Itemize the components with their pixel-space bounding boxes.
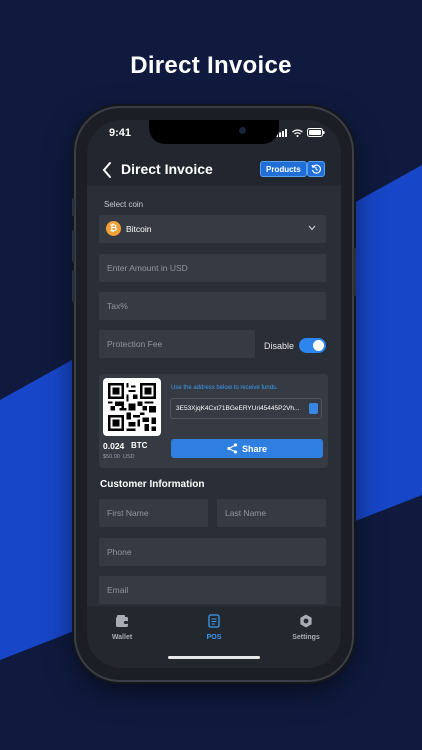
history-icon: [311, 164, 321, 174]
last-name-input[interactable]: Last Name: [217, 499, 326, 527]
wifi-icon: [292, 128, 303, 137]
volume-down-button: [72, 270, 75, 302]
disable-toggle[interactable]: [299, 338, 326, 353]
disable-label: Disable: [264, 341, 295, 351]
btc-amount: 0.024: [103, 441, 125, 451]
bottom-tab-bar: Wallet POS Settings: [87, 606, 341, 668]
amount-input[interactable]: Enter Amount in USD: [99, 254, 326, 282]
page-title: Direct Invoice: [121, 161, 213, 177]
mute-switch: [72, 198, 75, 216]
qr-code-image: [108, 383, 156, 431]
btc-unit: BTC: [131, 441, 148, 450]
customer-info-title: Customer Information: [100, 479, 205, 490]
status-time: 9:41: [109, 127, 132, 139]
coin-name: Bitcoin: [126, 224, 152, 234]
front-camera: [239, 127, 246, 134]
share-button[interactable]: Share: [171, 439, 323, 458]
payment-card: 0.024 BTC $50.00 USD Use the address bel…: [99, 374, 328, 468]
usd-amount: $50.00: [103, 454, 120, 460]
email-input[interactable]: Email: [99, 576, 326, 604]
toggle-knob: [313, 340, 324, 351]
select-coin-label: Select coin: [104, 200, 144, 209]
coin-select[interactable]: ₿ Bitcoin: [99, 215, 326, 243]
share-label: Share: [241, 443, 267, 454]
bitcoin-icon: ₿: [106, 221, 121, 236]
battery-icon: [307, 128, 325, 137]
wallet-address[interactable]: 3E53XjqK4Cxt71BGeERYUri45445P2Vh...: [170, 398, 322, 419]
tab-wallet-label: Wallet: [111, 634, 133, 641]
phone-input[interactable]: Phone: [99, 538, 326, 566]
hero-title: Direct Invoice: [130, 52, 292, 79]
status-icons: [276, 128, 325, 137]
gear-icon: [300, 614, 312, 628]
notch: [149, 120, 279, 144]
chevron-down-icon: [308, 225, 316, 231]
wallet-address-text: 3E53XjqK4Cxt71BGeERYUri45445P2Vh...: [176, 405, 300, 412]
invoice-form: Select coin ₿ Bitcoin Enter Amount in US…: [87, 186, 341, 606]
address-hint: Use the address below to receive funds.: [171, 385, 278, 391]
share-icon: [227, 443, 238, 454]
copy-icon[interactable]: [309, 403, 318, 414]
app-screen: 9:41 Direct Invoice Products Select coin…: [87, 120, 341, 668]
tab-pos-label: POS: [206, 634, 222, 641]
history-button[interactable]: [307, 161, 325, 177]
home-indicator: [168, 656, 260, 659]
qr-code: [103, 378, 161, 436]
tab-pos[interactable]: POS: [179, 614, 249, 641]
first-name-input[interactable]: First Name: [99, 499, 208, 527]
phone-frame: 9:41 Direct Invoice Products Select coin…: [72, 108, 356, 680]
pos-icon: [208, 614, 220, 628]
products-button[interactable]: Products: [260, 161, 307, 177]
app-header: Direct Invoice Products: [87, 154, 341, 186]
usd-unit: USD: [123, 454, 135, 460]
tab-settings[interactable]: Settings: [271, 614, 341, 641]
back-arrow-icon[interactable]: [101, 161, 113, 179]
wallet-icon: [116, 615, 128, 627]
tax-input[interactable]: Tax%: [99, 292, 326, 320]
protection-fee-input[interactable]: Protection Fee: [99, 330, 255, 358]
tab-wallet[interactable]: Wallet: [87, 614, 157, 641]
tab-settings-label: Settings: [292, 634, 320, 641]
power-button: [353, 248, 356, 296]
volume-up-button: [72, 230, 75, 262]
